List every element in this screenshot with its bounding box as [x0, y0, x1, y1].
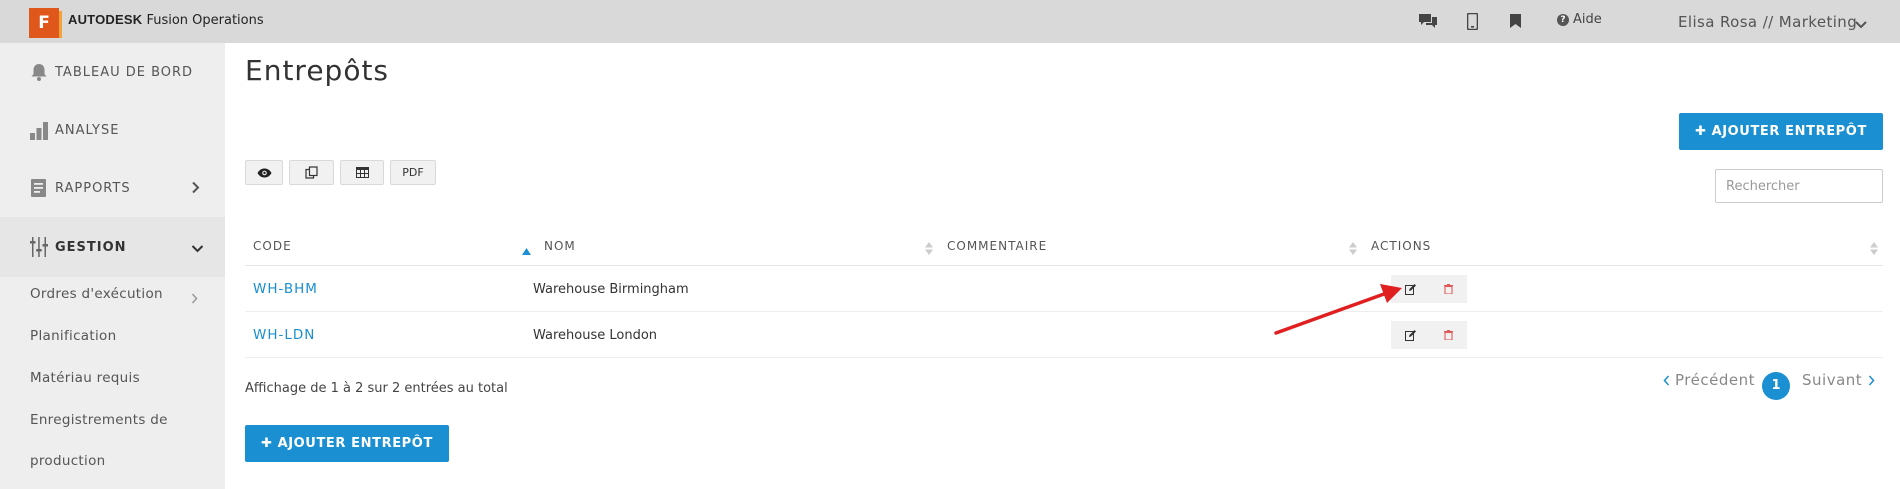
sidebar-item-rapports[interactable]: RAPPORTS [0, 159, 225, 217]
chat-icon[interactable] [1416, 10, 1440, 32]
sliders-icon [29, 237, 49, 257]
help-link[interactable]: ? Aide [1557, 12, 1602, 27]
sidebar-item-label: ANALYSE [55, 122, 120, 138]
brand-name: AUTODESK Fusion Operations [68, 12, 264, 28]
column-header-label: COMMENTAIRE [947, 239, 1048, 253]
chevron-right-icon [191, 289, 198, 308]
eye-icon [257, 168, 271, 177]
sort-asc-icon[interactable] [522, 240, 531, 259]
sidebar-subitem-planification[interactable]: Planification [30, 328, 116, 344]
help-icon: ? [1557, 13, 1569, 26]
sidebar-item-label: GESTION [55, 239, 127, 255]
sidebar: TABLEAU DE BORD ANALYSE RAPPORTS GESTION… [0, 43, 225, 489]
trash-icon [1443, 284, 1453, 294]
column-header-nom[interactable]: NOM [544, 227, 576, 265]
user-menu[interactable]: Elisa Rosa // Marketing [1678, 13, 1857, 31]
fusion-logo[interactable]: F [29, 8, 62, 38]
table-icon [355, 167, 369, 178]
sidebar-item-gestion[interactable]: GESTION [0, 217, 225, 277]
sidebar-item-label: RAPPORTS [55, 180, 131, 196]
delete-button[interactable] [1429, 321, 1467, 349]
edit-button[interactable] [1391, 321, 1429, 349]
logo-letter: F [38, 13, 50, 33]
bar-chart-icon [29, 120, 49, 140]
previous-label: Précédent [1675, 371, 1755, 389]
pdf-label: PDF [402, 166, 424, 179]
row-actions [1391, 321, 1467, 349]
sidebar-item-label: TABLEAU DE BORD [55, 64, 194, 80]
trash-icon [1443, 330, 1453, 340]
warehouse-code-link[interactable]: WH-BHM [253, 281, 318, 297]
sort-both-icon[interactable] [1870, 240, 1878, 259]
chevron-down-icon[interactable] [1854, 15, 1868, 34]
chevron-down-icon [191, 238, 204, 257]
column-visibility-button[interactable] [245, 160, 283, 185]
table-row: WH-BHM Warehouse Birmingham [245, 266, 1883, 312]
sidebar-subitem-enregistrements-cont[interactable]: production [30, 453, 106, 469]
report-icon [29, 178, 49, 198]
sidebar-item-tableau-de-bord[interactable]: TABLEAU DE BORD [0, 43, 225, 101]
search-input[interactable] [1715, 169, 1883, 203]
sort-both-icon[interactable] [1349, 240, 1357, 259]
sidebar-item-analyse[interactable]: ANALYSE [0, 101, 225, 159]
code-cell: WH-BHM [253, 266, 318, 312]
edit-icon [1404, 329, 1416, 341]
code-cell: WH-LDN [253, 312, 315, 358]
plus-icon: ✚ [1695, 124, 1707, 139]
add-warehouse-label: AJOUTER ENTREPÔT [1711, 124, 1867, 139]
brand-rest: Fusion Operations [142, 13, 264, 28]
column-header-code[interactable]: CODE [253, 227, 292, 265]
chevron-right-icon [191, 179, 200, 198]
delete-button[interactable] [1429, 275, 1467, 303]
row-actions [1391, 275, 1467, 303]
warehouse-code-link[interactable]: WH-LDN [253, 327, 315, 343]
sidebar-subitem-materiau-requis[interactable]: Matériau requis [30, 370, 140, 386]
top-bar: F AUTODESK Fusion Operations ? Aide Elis… [0, 0, 1900, 43]
sidebar-subitem-ordres-execution[interactable]: Ordres d'exécution [30, 286, 163, 302]
add-warehouse-label: AJOUTER ENTREPÔT [277, 436, 433, 451]
chevron-left-icon [1663, 375, 1670, 385]
sort-both-icon[interactable] [925, 240, 933, 259]
pdf-export-button[interactable]: PDF [390, 160, 436, 185]
excel-export-button[interactable] [340, 160, 384, 185]
pagination-previous[interactable]: Précédent [1663, 371, 1755, 389]
column-header-label: NOM [544, 239, 576, 253]
column-header-label: CODE [253, 239, 292, 253]
pagination-next[interactable]: Suivant [1802, 371, 1875, 389]
add-warehouse-button-bottom[interactable]: ✚ AJOUTER ENTREPÔT [245, 425, 449, 462]
page-title: Entrepôts [245, 54, 390, 87]
brand-bold: AUTODESK [68, 12, 143, 27]
copy-icon [305, 166, 318, 179]
sidebar-subitem-enregistrements[interactable]: Enregistrements de [30, 412, 168, 428]
add-warehouse-button-top[interactable]: ✚ AJOUTER ENTREPÔT [1679, 113, 1883, 150]
mobile-icon[interactable] [1464, 10, 1480, 32]
next-label: Suivant [1802, 371, 1863, 389]
name-cell: Warehouse Birmingham [533, 281, 689, 297]
edit-icon [1404, 283, 1416, 295]
table-row: WH-LDN Warehouse London [245, 312, 1883, 358]
bell-icon [29, 62, 49, 82]
help-label: Aide [1573, 12, 1602, 27]
copy-button[interactable] [289, 160, 334, 185]
name-cell: Warehouse London [533, 327, 658, 343]
bookmark-icon[interactable] [1507, 10, 1523, 32]
chevron-right-icon [1869, 375, 1875, 385]
column-header-commentaire[interactable]: COMMENTAIRE [947, 227, 1047, 265]
edit-button[interactable] [1391, 275, 1429, 303]
pagination-page-1[interactable]: 1 [1762, 372, 1790, 400]
column-header-label: ACTIONS [1371, 239, 1432, 253]
table-info: Affichage de 1 à 2 sur 2 entrées au tota… [245, 381, 508, 396]
column-header-actions[interactable]: ACTIONS [1371, 227, 1431, 265]
plus-icon: ✚ [261, 436, 273, 451]
